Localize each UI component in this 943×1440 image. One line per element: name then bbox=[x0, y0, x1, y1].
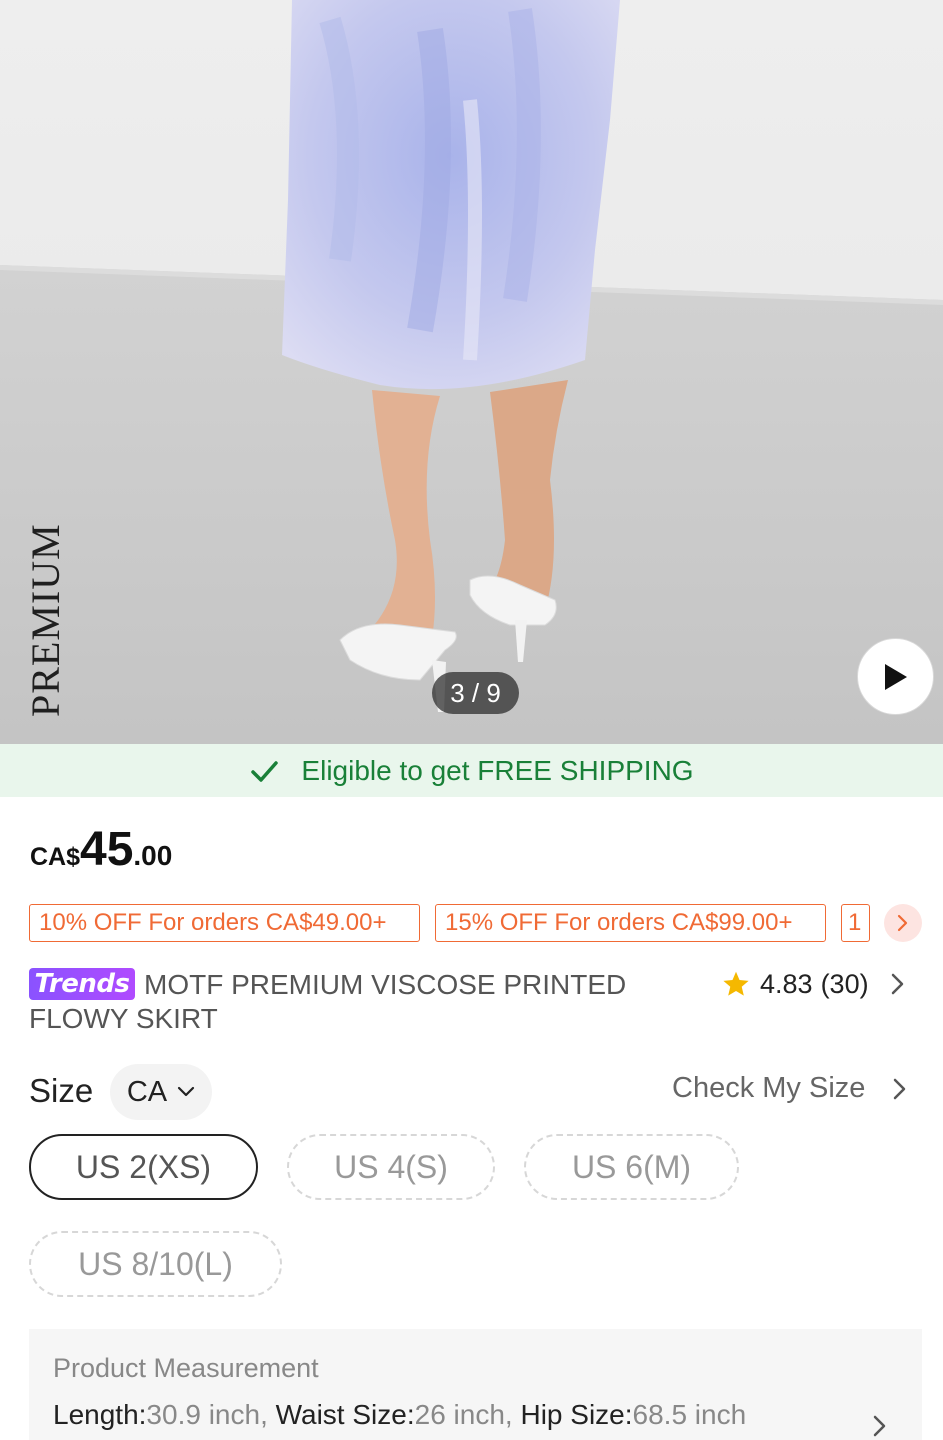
coupon-tag[interactable]: 1 bbox=[841, 904, 870, 942]
more-coupons-button[interactable] bbox=[884, 904, 922, 942]
size-option-us-8-10-l[interactable]: US 8/10(L) bbox=[29, 1231, 282, 1297]
chevron-right-icon bbox=[894, 1078, 906, 1099]
waist-value: 26 inch, bbox=[414, 1399, 513, 1430]
trends-badge: Trends bbox=[29, 968, 135, 1000]
free-shipping-text: Eligible to get FREE SHIPPING bbox=[301, 754, 694, 786]
product-price: CA$ 45 .00 bbox=[30, 822, 172, 882]
product-measurement-title: Product Measurement bbox=[53, 1353, 319, 1383]
play-video-button[interactable] bbox=[857, 638, 934, 715]
brand-watermark: PREMIUM bbox=[23, 523, 68, 717]
size-region-selector[interactable]: CA bbox=[110, 1064, 212, 1120]
size-option-us-6-m[interactable]: US 6(M) bbox=[524, 1134, 739, 1200]
product-measurement-panel[interactable]: Product Measurement Length:30.9 inch, Wa… bbox=[29, 1329, 922, 1440]
size-label: Size bbox=[29, 1072, 94, 1109]
image-counter: 3 / 9 bbox=[432, 672, 519, 714]
coupon-tag[interactable]: 10% OFF For orders CA$49.00+ bbox=[29, 904, 420, 942]
waist-label: Waist Size: bbox=[275, 1399, 415, 1430]
chevron-down-icon bbox=[178, 1086, 195, 1097]
coupon-tag[interactable]: 15% OFF For orders CA$99.00+ bbox=[435, 904, 826, 942]
product-photo bbox=[0, 0, 943, 744]
free-shipping-banner: Eligible to get FREE SHIPPING bbox=[0, 744, 943, 797]
price-integer: 45 bbox=[80, 823, 134, 876]
length-value: 30.9 inch, bbox=[146, 1399, 268, 1430]
review-count: (30) bbox=[820, 968, 869, 999]
rating-summary[interactable]: 4.83 (30) bbox=[722, 966, 907, 1002]
hip-label: Hip Size: bbox=[520, 1399, 633, 1430]
size-region-value: CA bbox=[126, 1075, 168, 1108]
check-icon bbox=[251, 760, 279, 782]
length-label: Length: bbox=[53, 1399, 147, 1430]
chevron-right-icon bbox=[897, 914, 908, 932]
hip-value: 68.5 inch bbox=[632, 1399, 747, 1430]
check-my-size-text: Check My Size bbox=[672, 1072, 866, 1104]
coupon-row: 10% OFF For orders CA$49.00+ 15% OFF For… bbox=[29, 904, 943, 942]
chevron-right-icon bbox=[873, 1415, 886, 1437]
rating-value: 4.83 bbox=[760, 968, 813, 999]
price-decimal: .00 bbox=[133, 840, 173, 871]
chevron-right-icon bbox=[891, 973, 903, 995]
product-image-carousel[interactable]: PREMIUM 3 / 9 bbox=[0, 0, 943, 744]
check-my-size-link[interactable]: Check My Size bbox=[672, 1072, 909, 1105]
price-currency: CA$ bbox=[30, 843, 81, 871]
play-icon bbox=[884, 663, 907, 690]
product-measurement-values: Length:30.9 inch, Waist Size:26 inch, Hi… bbox=[53, 1399, 746, 1431]
star-icon bbox=[723, 971, 749, 996]
size-option-us-2-xs[interactable]: US 2(XS) bbox=[29, 1134, 258, 1200]
size-option-us-4-s[interactable]: US 4(S) bbox=[287, 1134, 495, 1200]
